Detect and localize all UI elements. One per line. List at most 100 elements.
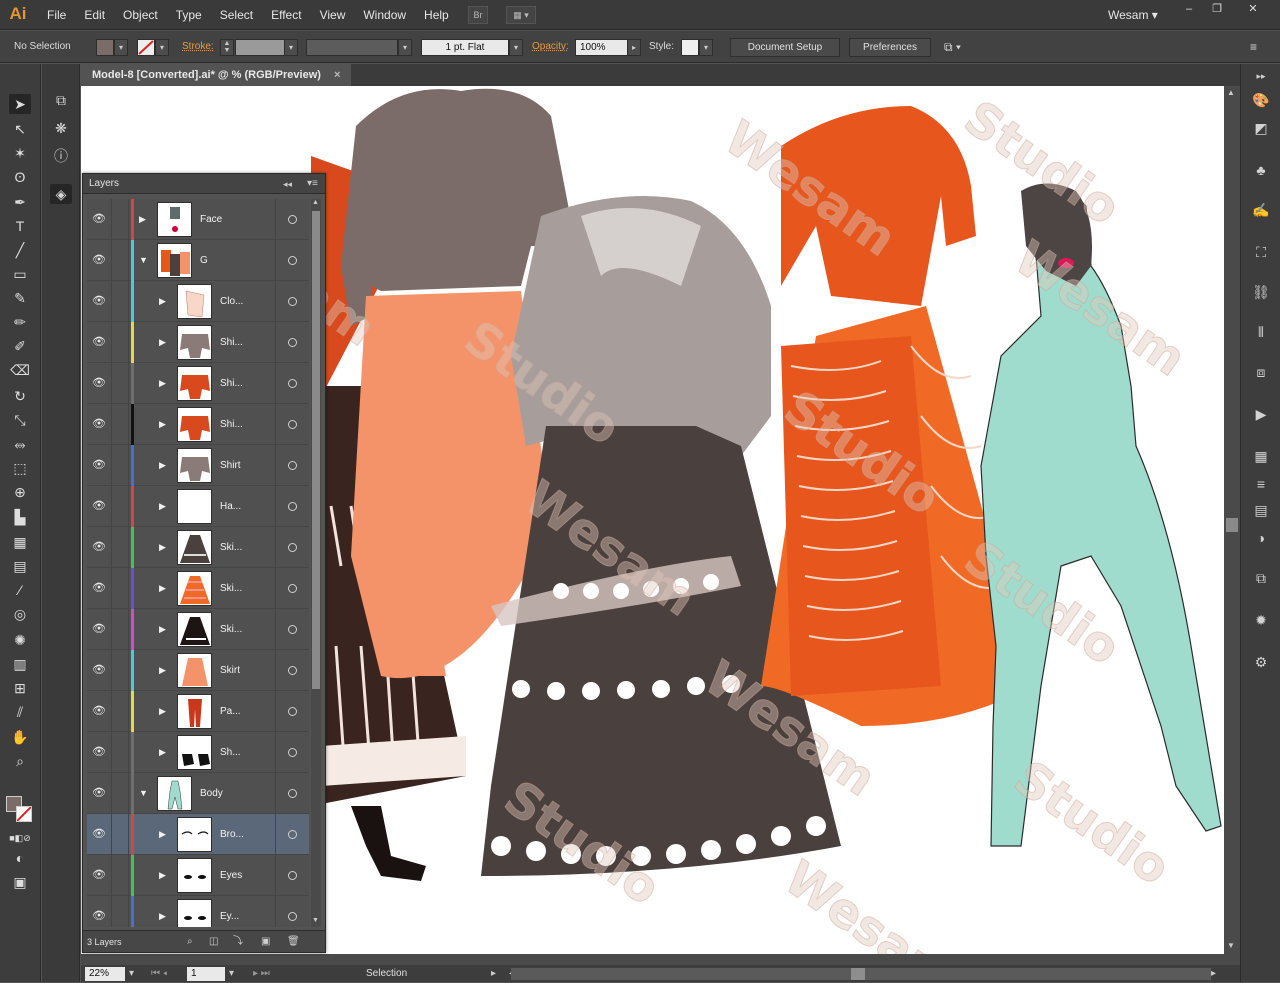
menu-edit[interactable]: Edit (75, 0, 114, 30)
layers-scroll-down-icon[interactable]: ▼ (312, 917, 319, 924)
target-circle-icon[interactable] (288, 789, 297, 798)
navigator-panel-icon[interactable]: ⚙ (1250, 652, 1272, 672)
target-circle-icon[interactable] (288, 461, 297, 470)
layer-name[interactable]: Ha... (220, 486, 241, 527)
lock-toggle[interactable] (111, 240, 129, 281)
twirl-right-icon[interactable]: ▶ (159, 486, 166, 527)
target-circle-icon[interactable] (288, 625, 297, 634)
target-cell[interactable] (275, 773, 309, 814)
menu-effect[interactable]: Effect (262, 0, 310, 30)
layer-name[interactable]: Shi... (220, 404, 243, 445)
layer-row[interactable]: 👁 ▶ Face (87, 199, 309, 240)
target-cell[interactable] (275, 281, 309, 322)
layer-name[interactable]: Body (200, 773, 223, 814)
first-artboard-icon[interactable]: ⏮ ◂ (151, 965, 167, 983)
twirl-right-icon[interactable]: ▶ (159, 609, 166, 650)
graphic-style-swatch[interactable] (681, 39, 699, 56)
swatches-panel-icon[interactable]: ♣ (1250, 160, 1272, 180)
sublayer-row[interactable]: 👁 ▶ Ey... (87, 896, 309, 927)
twirl-right-icon[interactable]: ▶ (159, 732, 166, 773)
visibility-eye-icon[interactable]: 👁 (91, 732, 107, 773)
sublayer-row[interactable]: 👁 ▶ Ski... (87, 527, 309, 568)
blob-brush-icon[interactable]: ✐ (9, 336, 31, 356)
restore-button[interactable]: ❐ (1203, 0, 1231, 18)
twirl-right-icon[interactable]: ▶ (159, 281, 166, 322)
twirl-right-icon[interactable]: ▶ (159, 650, 166, 691)
opacity-dropdown[interactable]: ▸ (627, 39, 641, 56)
lock-toggle[interactable] (111, 363, 129, 404)
transform-panel-icon[interactable]: ⛶ (1250, 242, 1272, 262)
target-cell[interactable] (275, 240, 309, 281)
menu-help[interactable]: Help (415, 0, 458, 30)
twirl-right-icon[interactable]: ▶ (159, 404, 166, 445)
target-circle-icon[interactable] (288, 666, 297, 675)
sublayer-row[interactable]: 👁 ▶ Pa... (87, 691, 309, 732)
layer-name[interactable]: Eyes (220, 855, 242, 896)
eyedropper-icon[interactable]: ⁄ (9, 580, 31, 600)
color-panel-icon[interactable]: 🎨 (1250, 90, 1272, 110)
close-button[interactable]: ✕ (1233, 0, 1273, 18)
target-circle-icon[interactable] (288, 256, 297, 265)
zoom-dropdown-icon[interactable]: ▾ (129, 965, 134, 983)
lock-toggle[interactable] (111, 322, 129, 363)
transform-icon[interactable]: ⧉ ▾ (944, 31, 961, 63)
layer-name[interactable]: Clo... (220, 281, 243, 322)
stroke-swatch[interactable] (137, 39, 155, 56)
rectangle-icon[interactable]: ▭ (9, 264, 31, 284)
layer-name[interactable]: Pa... (220, 691, 241, 732)
visibility-eye-icon[interactable]: 👁 (91, 773, 107, 814)
delete-layer-icon[interactable]: 🗑 (287, 931, 300, 953)
target-cell[interactable] (275, 814, 309, 855)
sublayer-row[interactable]: 👁 ▶ Clo... (87, 281, 309, 322)
layer-name[interactable]: G (200, 240, 208, 281)
make-clipping-mask-icon[interactable]: ◫ (209, 931, 218, 953)
stroke-weight-dropdown[interactable]: ▾ (284, 39, 298, 56)
target-circle-icon[interactable] (288, 297, 297, 306)
menu-file[interactable]: File (38, 0, 75, 30)
vertical-scrollbar[interactable]: ▲ ▼ (1224, 86, 1240, 954)
stroke-weight-field[interactable] (235, 39, 285, 56)
twirl-right-icon[interactable]: ▶ (159, 855, 166, 896)
status-menu-icon[interactable]: ▸ (491, 965, 496, 983)
layer-row[interactable]: 👁 ▼ G (87, 240, 309, 281)
visibility-eye-icon[interactable]: 👁 (91, 486, 107, 527)
pathfinder-panel-icon[interactable]: ⧈ (1250, 362, 1272, 382)
target-cell[interactable] (275, 855, 309, 896)
horizontal-scroll-thumb[interactable] (851, 968, 865, 980)
graphic-styles-icon[interactable]: ▦ (1250, 446, 1272, 466)
layer-name[interactable]: Shi... (220, 322, 243, 363)
layer-name[interactable]: Shi... (220, 363, 243, 404)
document-setup-button[interactable]: Document Setup (730, 38, 840, 57)
lock-toggle[interactable] (111, 896, 129, 927)
visibility-eye-icon[interactable]: 👁 (91, 322, 107, 363)
symbols-panel-icon[interactable]: ❋ (50, 118, 72, 138)
target-circle-icon[interactable] (288, 748, 297, 757)
layers-scrollbar[interactable]: ▲ ▼ (311, 199, 321, 927)
panel-menu-icon[interactable]: ▾≡ (307, 174, 318, 194)
sublayer-row[interactable]: 👁 ▶ Skirt (87, 650, 309, 691)
control-panel-menu-icon[interactable]: ≡ (1250, 31, 1257, 63)
scroll-up-icon[interactable]: ▲ (1227, 88, 1235, 97)
opacity-field[interactable]: 100% (575, 39, 628, 56)
fill-dropdown[interactable]: ▾ (114, 39, 128, 56)
links-panel-icon[interactable]: ⛓ (1250, 282, 1272, 302)
lock-toggle[interactable] (111, 773, 129, 814)
visibility-eye-icon[interactable]: 👁 (91, 527, 107, 568)
preferences-button[interactable]: Preferences (849, 38, 931, 57)
layer-name[interactable]: Shirt (220, 445, 241, 486)
lasso-icon[interactable]: ʘ (9, 167, 31, 187)
align-panel-icon[interactable]: ⫴ (1250, 322, 1272, 342)
menu-type[interactable]: Type (167, 0, 211, 30)
layer-name[interactable]: Skirt (220, 650, 240, 691)
rotate-icon[interactable]: ↻ (9, 386, 31, 406)
twirl-right-icon[interactable]: ▶ (159, 527, 166, 568)
visibility-eye-icon[interactable]: 👁 (91, 650, 107, 691)
lock-toggle[interactable] (111, 650, 129, 691)
target-cell[interactable] (275, 486, 309, 527)
lock-toggle[interactable] (111, 855, 129, 896)
twirl-right-icon[interactable]: ▶ (159, 814, 166, 855)
sublayer-row[interactable]: 👁 ▶ Shirt (87, 445, 309, 486)
lock-toggle[interactable] (111, 199, 129, 240)
layer-name[interactable]: Ey... (220, 896, 239, 927)
vertical-scroll-thumb[interactable] (1226, 518, 1238, 532)
